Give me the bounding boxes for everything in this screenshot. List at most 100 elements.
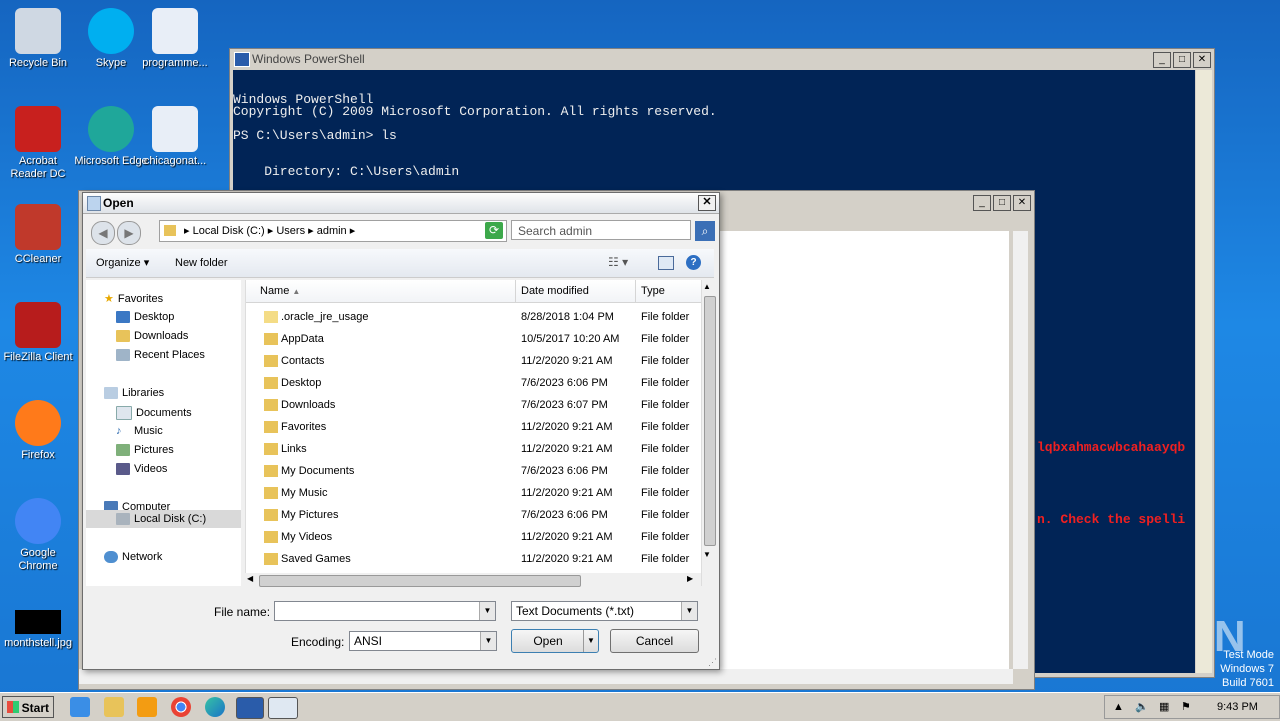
close-button[interactable]: ✕	[1193, 52, 1211, 68]
file-date: 11/2/2020 9:21 AM	[521, 531, 613, 543]
file-row[interactable]: My Documents 7/6/2023 6:06 PM File folder	[246, 460, 702, 482]
notepad-minimize-button[interactable]: _	[973, 195, 991, 211]
view-options-icon[interactable]: ☷ ▾	[608, 255, 628, 269]
column-name[interactable]: Name ▲	[246, 280, 516, 302]
start-button[interactable]: Start	[2, 696, 54, 718]
dialog-titlebar[interactable]: Open ✕	[83, 193, 719, 214]
maximize-button[interactable]: □	[1173, 52, 1191, 68]
help-icon[interactable]: ?	[686, 255, 701, 270]
forward-button[interactable]: ▶	[117, 221, 141, 245]
desktop-icon-9[interactable]: Google Chrome	[0, 498, 76, 573]
hscroll-thumb[interactable]	[259, 575, 581, 587]
scroll-down-icon[interactable]: ▼	[703, 550, 711, 559]
open-split-arrow-icon[interactable]: ▼	[583, 630, 598, 652]
breadcrumb-item[interactable]: admin	[317, 225, 347, 237]
desktop-icon-2[interactable]: programme...	[137, 8, 213, 70]
open-dialog[interactable]: Open ✕ ◀ ▶ ▸ Local Disk (C:) ▸ Users ▸ a…	[82, 192, 720, 670]
nav-pictures[interactable]: Pictures	[116, 444, 174, 456]
file-row[interactable]: Saved Games 11/2/2020 9:21 AM File folder	[246, 548, 702, 570]
refresh-icon[interactable]: ⟳	[485, 222, 503, 239]
notepad-text-area[interactable]	[719, 231, 1009, 669]
powershell-scrollbar[interactable]	[1196, 70, 1212, 673]
column-date[interactable]: Date modified	[516, 280, 636, 302]
powershell-task-icon[interactable]	[236, 697, 264, 719]
file-type-select[interactable]: Text Documents (*.txt) ▼	[511, 601, 698, 621]
nav-network[interactable]: Network	[104, 551, 162, 563]
chevron-down-icon[interactable]: ▼	[681, 602, 697, 620]
dialog-close-button[interactable]: ✕	[698, 195, 716, 211]
file-list-hscrollbar[interactable]: ◀ ▶	[245, 573, 701, 588]
flag-icon[interactable]: ⚑	[1181, 696, 1191, 718]
powershell-titlebar[interactable]: Windows PowerShell _ □ ✕	[230, 49, 1214, 69]
notepad-hscrollbar[interactable]	[79, 669, 1013, 684]
folder-icon	[264, 333, 278, 345]
chevron-down-icon[interactable]: ▼	[479, 602, 495, 620]
notepad-maximize-button[interactable]: □	[993, 195, 1011, 211]
file-row[interactable]: AppData 10/5/2017 10:20 AM File folder	[246, 328, 702, 350]
desktop-icon-0[interactable]: Recycle Bin	[0, 8, 76, 70]
file-list-vscrollbar[interactable]: ▲ ▼	[701, 280, 717, 586]
nav-local-disk[interactable]: Local Disk (C:)	[116, 513, 206, 525]
file-row[interactable]: Desktop 7/6/2023 6:06 PM File folder	[246, 372, 702, 394]
file-row[interactable]: My Music 11/2/2020 9:21 AM File folder	[246, 482, 702, 504]
nav-desktop[interactable]: Desktop	[116, 311, 174, 323]
open-button[interactable]: Open ▼	[511, 629, 599, 653]
nav-videos[interactable]: Videos	[116, 463, 167, 475]
back-button[interactable]: ◀	[91, 221, 115, 245]
explorer-icon[interactable]	[104, 697, 124, 717]
vscroll-thumb[interactable]	[704, 296, 716, 546]
edge-icon[interactable]	[205, 697, 225, 717]
chrome-icon[interactable]	[171, 697, 191, 717]
organize-menu[interactable]: Organize ▾	[96, 249, 149, 277]
nav-documents[interactable]: Documents	[116, 406, 192, 420]
network-tray-icon[interactable]: ▦	[1159, 696, 1169, 718]
file-type: File folder	[641, 377, 690, 389]
desktop-icon-10[interactable]: monthstell.jpg	[0, 596, 76, 650]
address-bar[interactable]: ▸ Local Disk (C:) ▸ Users ▸ admin ▸ ▼	[159, 220, 507, 242]
notepad-task-icon[interactable]	[268, 697, 298, 719]
scroll-up-icon[interactable]: ▲	[703, 282, 711, 291]
breadcrumb-item[interactable]: Local Disk (C:)	[193, 225, 265, 237]
file-row[interactable]: .oracle_jre_usage 8/28/2018 1:04 PM File f…	[246, 306, 702, 328]
desktop-icon-3[interactable]: Acrobat Reader DC	[0, 106, 76, 181]
desktop-icon-label: FileZilla Client	[3, 351, 73, 363]
notepad-close-button[interactable]: ✕	[1013, 195, 1031, 211]
chevron-down-icon[interactable]: ▼	[480, 632, 496, 650]
resize-grip-icon[interactable]: ⋰	[708, 657, 717, 668]
media-player-icon[interactable]	[137, 697, 157, 717]
minimize-button[interactable]: _	[1153, 52, 1171, 68]
volume-icon[interactable]: 🔈	[1135, 696, 1149, 718]
new-folder-button[interactable]: New folder	[175, 249, 228, 277]
notepad-scrollbar[interactable]	[1013, 231, 1028, 669]
desktop-icon-5[interactable]: chicagonat...	[137, 106, 213, 168]
file-row[interactable]: Downloads 7/6/2023 6:07 PM File folder	[246, 394, 702, 416]
desktop-icon-8[interactable]: Firefox	[0, 400, 76, 462]
search-icon[interactable]: ⌕	[695, 221, 715, 241]
clock[interactable]: 9:43 PM	[1217, 696, 1258, 718]
nav-libraries[interactable]: Libraries	[104, 387, 164, 399]
encoding-select[interactable]: ANSI ▼	[349, 631, 497, 651]
nav-favorites[interactable]: ★ Favorites	[104, 292, 163, 306]
breadcrumb-item[interactable]: Users	[276, 225, 305, 237]
desktop-icon-7[interactable]: FileZilla Client	[0, 302, 76, 364]
ie-icon[interactable]	[70, 697, 90, 717]
nav-recent-places[interactable]: Recent Places	[116, 349, 205, 361]
file-row[interactable]: Links 11/2/2020 9:21 AM File folder	[246, 438, 702, 460]
column-type[interactable]: Type	[636, 280, 702, 302]
tray-expand-icon[interactable]: ▲	[1113, 696, 1124, 718]
file-row[interactable]: My Pictures 7/6/2023 6:06 PM File folder	[246, 504, 702, 526]
cancel-button[interactable]: Cancel	[610, 629, 699, 653]
file-row[interactable]: Contacts 11/2/2020 9:21 AM File folder	[246, 350, 702, 372]
file-name-field[interactable]: ▼	[274, 601, 496, 621]
file-list[interactable]: Name ▲ Date modified Type .oracle_jre_us…	[245, 280, 702, 586]
desktop-icon-6[interactable]: CCleaner	[0, 204, 76, 266]
search-input[interactable]: Search admin	[511, 220, 691, 240]
scroll-left-icon[interactable]: ◀	[247, 574, 253, 583]
nav-music[interactable]: ♪ Music	[116, 425, 163, 437]
file-row[interactable]: My Videos 11/2/2020 9:21 AM File folder	[246, 526, 702, 548]
scroll-right-icon[interactable]: ▶	[687, 574, 693, 583]
file-name: AppData	[281, 333, 324, 345]
preview-pane-icon[interactable]	[658, 256, 674, 270]
file-row[interactable]: Favorites 11/2/2020 9:21 AM File folder	[246, 416, 702, 438]
nav-downloads[interactable]: Downloads	[116, 330, 188, 342]
